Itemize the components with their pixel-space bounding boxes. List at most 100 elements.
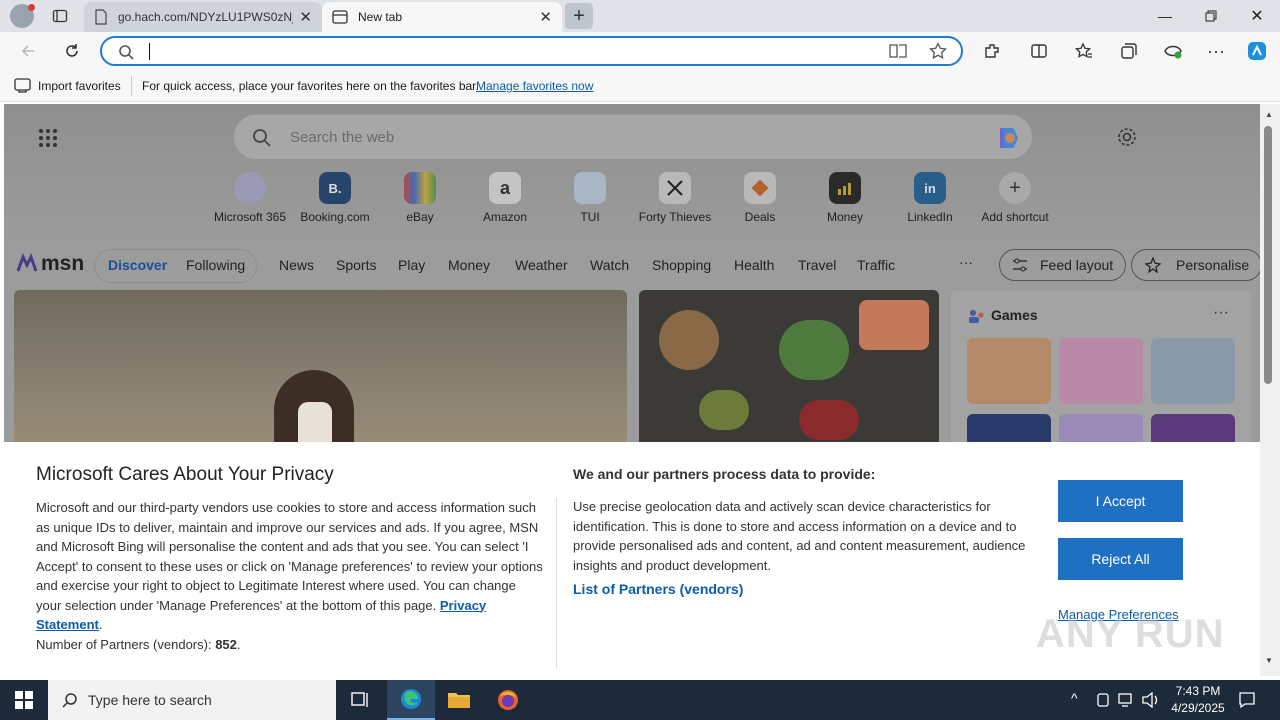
shortcut-deals[interactable]: Deals <box>717 172 803 224</box>
nav-money[interactable]: Money <box>448 257 490 273</box>
msn-nav-bar: msn Discover Following News Sports Play … <box>4 240 1260 292</box>
reject-all-button[interactable]: Reject All <box>1058 538 1183 580</box>
personalise-button[interactable]: Personalise <box>1131 249 1260 281</box>
manage-favorites-link[interactable]: Manage favorites now <box>476 79 593 93</box>
shortcut-forty-thieves[interactable]: Forty Thieves <box>632 172 718 224</box>
favorites-hint: For quick access, place your favorites h… <box>142 79 479 93</box>
collections-icon[interactable] <box>1118 40 1140 62</box>
consent-body-text: Microsoft and our third-party vendors us… <box>36 500 543 613</box>
tab-title: New tab <box>358 10 403 24</box>
tui-icon <box>574 172 606 204</box>
windows-start-icon[interactable] <box>0 680 48 720</box>
crossed-swords-icon <box>659 172 691 204</box>
taskbar-search[interactable]: Type here to search <box>48 680 336 720</box>
shortcut-amazon[interactable]: a Amazon <box>462 172 548 224</box>
nav-traffic[interactable]: Traffic <box>857 257 895 273</box>
ebay-icon <box>404 172 436 204</box>
browser-essentials-icon[interactable] <box>1162 40 1184 62</box>
tab-discover[interactable]: Discover <box>108 257 167 273</box>
games-icon <box>969 310 984 323</box>
shortcut-booking[interactable]: B. Booking.com <box>292 172 378 224</box>
feed-layout-button[interactable]: Feed layout <box>999 249 1127 281</box>
consent-title: Microsoft Cares About Your Privacy <box>36 464 334 485</box>
anyrun-watermark: ANY RUN <box>1036 612 1225 656</box>
notification-dot <box>28 4 35 11</box>
copilot-icon[interactable] <box>1246 40 1268 62</box>
web-search-box[interactable]: Search the web <box>233 114 1033 160</box>
list-of-partners-link[interactable]: List of Partners (vendors) <box>573 581 743 597</box>
immersive-reader-icon[interactable] <box>889 43 907 59</box>
msn-logo[interactable]: msn <box>16 252 84 276</box>
minimize-icon[interactable]: — <box>1142 0 1188 32</box>
page-settings-gear-icon[interactable] <box>1116 126 1138 148</box>
scroll-up-icon[interactable]: ▲ <box>1265 110 1273 119</box>
nav-watch[interactable]: Watch <box>590 257 629 273</box>
shortcut-microsoft365[interactable]: Microsoft 365 <box>207 172 293 224</box>
notifications-icon[interactable] <box>1238 691 1256 709</box>
close-tab-icon[interactable]: ✕ <box>299 8 312 26</box>
page-icon <box>95 9 107 25</box>
system-clock[interactable]: 7:43 PM 4/29/2025 <box>1163 683 1233 717</box>
nav-health[interactable]: Health <box>734 257 774 273</box>
game-tile[interactable] <box>1151 338 1235 404</box>
tab-new-tab[interactable]: New tab ✕ <box>322 2 562 32</box>
settings-more-icon[interactable]: ··· <box>1205 40 1227 62</box>
volume-icon[interactable] <box>1142 692 1160 708</box>
scroll-down-icon[interactable]: ▼ <box>1265 656 1273 665</box>
restore-icon[interactable] <box>1188 0 1234 32</box>
accept-button[interactable]: I Accept <box>1058 480 1183 522</box>
shortcut-label: Deals <box>744 210 776 224</box>
msn-butterfly-icon <box>16 253 38 272</box>
split-screen-icon[interactable] <box>1028 40 1050 62</box>
news-card-hero[interactable] <box>14 290 627 450</box>
close-window-icon[interactable]: ✕ <box>1234 0 1280 32</box>
nav-play[interactable]: Play <box>398 257 425 273</box>
import-favorites-button[interactable]: Import favorites <box>38 79 121 93</box>
clock-date: 4/29/2025 <box>1171 701 1225 715</box>
favorites-icon[interactable] <box>1073 40 1095 62</box>
app-launcher-icon[interactable] <box>38 128 58 148</box>
tab-title: go.hach.com/NDYzLU1PWS0zNj <box>118 10 294 24</box>
game-tile[interactable] <box>967 338 1051 404</box>
extensions-icon[interactable] <box>981 40 1003 62</box>
show-hidden-icons-icon[interactable]: ^ <box>1071 690 1078 706</box>
add-icon: + <box>999 172 1031 204</box>
shortcut-tui[interactable]: TUI <box>547 172 633 224</box>
games-panel: Games ··· <box>951 290 1251 480</box>
nav-travel[interactable]: Travel <box>798 257 836 273</box>
shortcut-ebay[interactable]: eBay <box>377 172 463 224</box>
network-icon[interactable] <box>1118 692 1136 708</box>
tab-following[interactable]: Following <box>186 257 245 273</box>
page-scrollbar[interactable]: ▲ ▼ <box>1260 104 1280 676</box>
scrollbar-thumb[interactable] <box>1264 126 1272 384</box>
shortcut-linkedin[interactable]: in LinkedIn <box>887 172 973 224</box>
copilot-search-icon[interactable] <box>992 122 1024 154</box>
nav-weather[interactable]: Weather <box>515 257 568 273</box>
new-tab-button[interactable]: + <box>565 3 593 29</box>
favorites-bar: Import favorites For quick access, place… <box>0 70 1280 102</box>
game-tile[interactable] <box>1059 338 1143 404</box>
shortcut-add[interactable]: + Add shortcut <box>972 172 1058 224</box>
import-favorites-icon[interactable] <box>14 78 31 93</box>
close-tab-icon[interactable]: ✕ <box>539 8 552 26</box>
nav-sports[interactable]: Sports <box>336 257 376 273</box>
task-view-icon[interactable] <box>336 680 384 720</box>
file-explorer-icon[interactable] <box>435 680 483 720</box>
back-icon[interactable] <box>17 40 39 62</box>
address-bar[interactable] <box>100 36 963 66</box>
games-more-icon[interactable]: ··· <box>1213 304 1229 322</box>
more-nav-icon[interactable]: ··· <box>959 254 973 270</box>
shortcut-money[interactable]: Money <box>802 172 888 224</box>
tab-hach[interactable]: go.hach.com/NDYzLU1PWS0zNj ✕ <box>84 2 322 32</box>
nav-shopping[interactable]: Shopping <box>652 257 711 273</box>
edge-taskbar-icon[interactable] <box>387 680 435 720</box>
news-card-food[interactable] <box>639 290 939 450</box>
profile-avatar[interactable] <box>10 4 35 28</box>
favorite-star-icon[interactable] <box>929 42 947 60</box>
nav-news[interactable]: News <box>279 257 314 273</box>
security-icon[interactable] <box>1096 692 1110 708</box>
tab-actions-icon[interactable] <box>50 6 70 26</box>
firefox-icon[interactable] <box>484 680 532 720</box>
refresh-icon[interactable] <box>61 40 83 62</box>
search-icon <box>118 44 134 60</box>
